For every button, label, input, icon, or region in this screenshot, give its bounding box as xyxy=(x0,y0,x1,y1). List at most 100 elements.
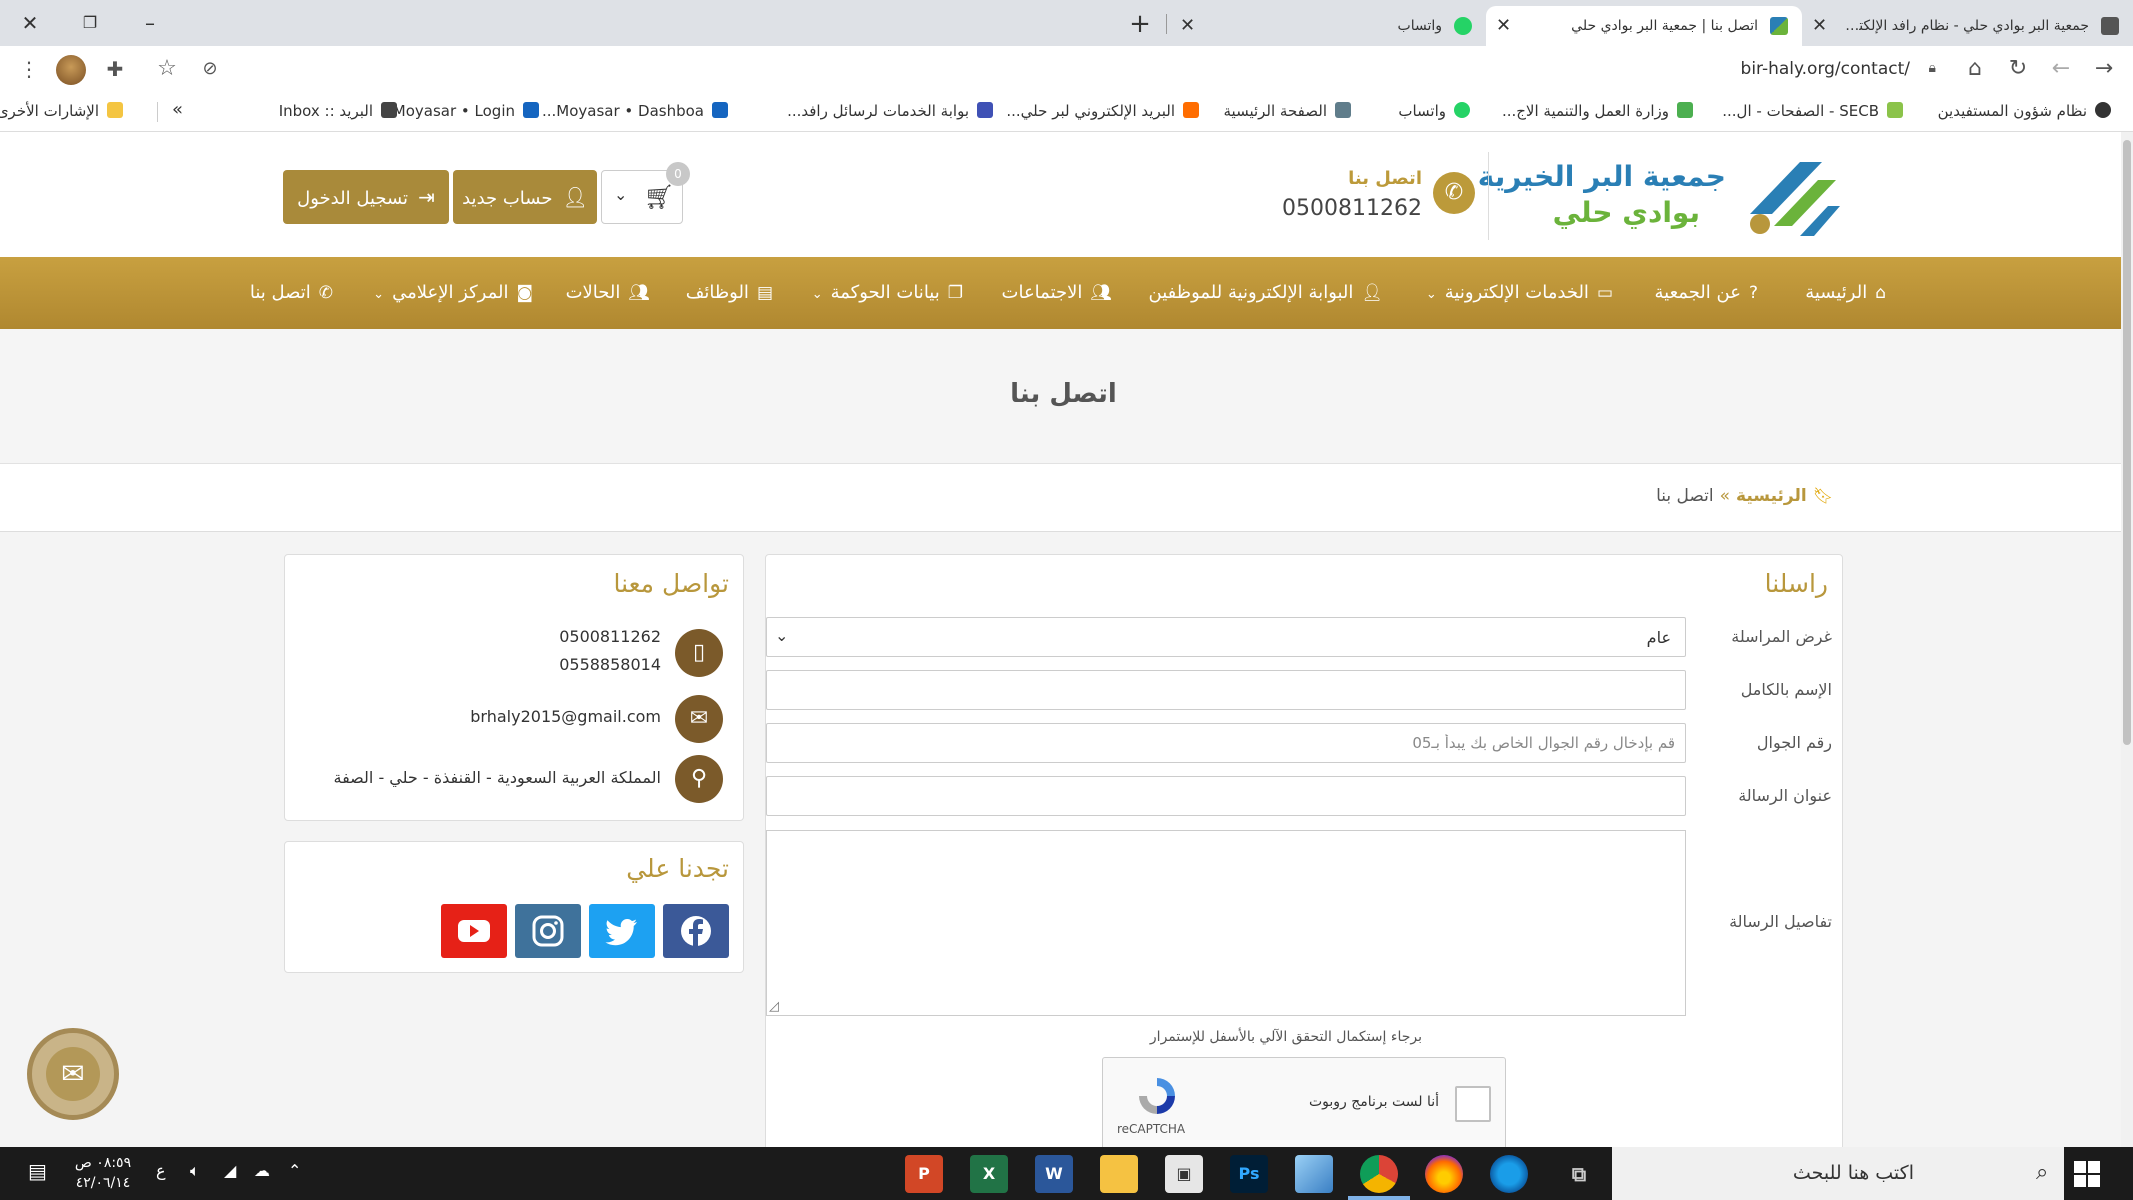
word-icon[interactable]: W xyxy=(1035,1155,1073,1193)
nav-item-contact[interactable]: ✆اتصل بنا xyxy=(250,257,333,329)
floating-mail-button[interactable]: ✉ xyxy=(27,1028,119,1120)
page-title-band: اتصل بنا xyxy=(0,329,2133,464)
mobile-input[interactable] xyxy=(767,724,1685,762)
home-icon[interactable]: ⌂ xyxy=(1958,52,1992,86)
restore-window-icon[interactable]: ❐ xyxy=(70,6,110,40)
moyasar-icon xyxy=(712,102,728,118)
back-icon[interactable]: → xyxy=(2087,52,2121,86)
windows-start-icon[interactable] xyxy=(2072,1159,2102,1189)
bookmark-star-icon[interactable]: ☆ xyxy=(150,52,184,86)
login-button[interactable]: ⇥تسجيل الدخول xyxy=(283,170,449,224)
bookmark-item[interactable]: SECB - الصفحات - ال... xyxy=(1722,102,1903,120)
firefox-icon[interactable] xyxy=(1425,1155,1463,1193)
onedrive-icon[interactable]: ☁ xyxy=(254,1161,270,1180)
phone-icon: ✆ xyxy=(318,283,333,303)
bookmark-item[interactable]: Moyasar • Login xyxy=(393,102,539,120)
instagram-button[interactable] xyxy=(515,904,581,958)
bookmark-item[interactable]: وزارة العمل والتنمية الاج... xyxy=(1502,102,1693,120)
breadcrumb-bar: 🔖︎ الرئيسية»اتصل بنا xyxy=(0,464,2133,532)
volume-icon[interactable]: 🔈︎ xyxy=(190,1161,200,1181)
close-window-icon[interactable]: ✕ xyxy=(10,6,50,40)
resize-grip-icon[interactable]: ◿ xyxy=(769,999,779,1014)
menu-dots-icon[interactable]: ⋮ xyxy=(12,52,46,86)
input-language[interactable]: ع xyxy=(156,1161,166,1180)
bookmark-item[interactable]: Moyasar • Dashboa... xyxy=(542,102,728,120)
edge-icon[interactable] xyxy=(1490,1155,1528,1193)
facebook-button[interactable] xyxy=(663,904,729,958)
extensions-icon[interactable]: ✚ xyxy=(98,52,132,86)
image-viewer-icon[interactable]: ▣ xyxy=(1165,1155,1203,1193)
name-input[interactable] xyxy=(767,671,1685,709)
bookmark-item[interactable]: البريد الإلكتروني لبر حلي... xyxy=(1006,102,1199,120)
nav-item-meetings[interactable]: 👥︎الاجتماعات xyxy=(1002,257,1112,329)
profile-avatar[interactable] xyxy=(56,55,86,85)
powerpoint-icon[interactable]: P xyxy=(905,1155,943,1193)
notifications-icon[interactable]: ▤ xyxy=(28,1159,47,1183)
bookmark-site-icon xyxy=(977,102,993,118)
site-logo[interactable]: جمعية البر الخيرية بوادي حلي xyxy=(1478,152,1840,242)
page-scrollbar[interactable] xyxy=(2121,132,2133,1147)
sign-in-icon: ⇥ xyxy=(418,185,435,209)
tab-close-icon[interactable]: ✕ xyxy=(1180,6,1195,46)
url-box[interactable]: bir-haly.org/contact/ 🔒︎ xyxy=(440,52,1940,86)
tab-contact-active[interactable]: ✕ اتصل بنا | جمعية البر بوادي حلي xyxy=(1486,6,1802,46)
nav-item-eservices[interactable]: ▭الخدمات الإلكترونية⌄ xyxy=(1426,257,1613,329)
eye-off-icon[interactable]: ⊘ xyxy=(193,52,227,86)
register-button[interactable]: 👤︎حساب جديد xyxy=(453,170,597,224)
bookmark-item[interactable]: الصفحة الرئيسية xyxy=(1224,102,1351,120)
wifi-icon[interactable]: ◢ xyxy=(224,1161,236,1180)
nav-item-about[interactable]: ?عن الجمعية xyxy=(1655,257,1758,329)
minimize-window-icon[interactable]: – xyxy=(130,6,170,40)
details-textarea[interactable]: ◿ xyxy=(766,830,1686,1016)
tab-close-icon[interactable]: ✕ xyxy=(1812,6,1827,46)
taskbar-search[interactable]: اكتب هنا للبحث ⌕ xyxy=(1612,1147,2064,1200)
nav-item-employee-portal[interactable]: 👤︎البوابة الإلكترونية للموظفين xyxy=(1149,257,1383,329)
page-title: اتصل بنا xyxy=(1010,379,1117,409)
nav-item-media-center[interactable]: ◙المركز الإعلامي⌄ xyxy=(373,257,533,329)
bookmark-item[interactable]: واتساب xyxy=(1398,102,1470,120)
subject-input[interactable] xyxy=(767,777,1685,815)
twitter-button[interactable] xyxy=(589,904,655,958)
breadcrumb-home[interactable]: الرئيسية xyxy=(1736,486,1807,506)
reload-icon[interactable]: ↻ xyxy=(2001,52,2035,86)
task-view-icon[interactable]: ⧉ xyxy=(1560,1155,1598,1193)
recaptcha-checkbox[interactable] xyxy=(1455,1086,1491,1122)
youtube-button[interactable] xyxy=(441,904,507,958)
whatsapp-icon xyxy=(1454,17,1472,35)
contact-email[interactable]: brhaly2015@gmail.com xyxy=(470,707,661,726)
browser-tab-bar: ✕ ❐ – + ✕ واتساب ✕ اتصل بنا | جمعية البر… xyxy=(0,0,2133,46)
cart-count-badge: 0 xyxy=(666,162,690,186)
nav-item-jobs[interactable]: ▤الوظائف xyxy=(686,257,773,329)
contact-address: المملكة العربية السعودية - القنفذة - حلي… xyxy=(333,768,661,787)
bookmark-icon: 🔖︎ xyxy=(1812,486,1833,505)
notepad-icon[interactable] xyxy=(1295,1155,1333,1193)
excel-icon[interactable]: X xyxy=(970,1155,1008,1193)
file-explorer-icon[interactable] xyxy=(1100,1155,1138,1193)
chevron-up-icon[interactable]: ⌃ xyxy=(288,1161,301,1180)
other-bookmarks[interactable]: الإشارات الأخرى xyxy=(0,102,123,120)
taskbar-clock[interactable]: ٠٨:٥٩ ص ٤٢/٠٦/١٤ xyxy=(68,1153,138,1193)
nav-item-home[interactable]: ⌂الرئيسية xyxy=(1805,257,1886,329)
tab-rafed[interactable]: ✕ جمعية البر بوادي حلي - نظام رافد الإلك… xyxy=(1802,6,2133,46)
nav-item-governance[interactable]: ❐بيانات الحوكمة⌄ xyxy=(812,257,963,329)
nav-item-cases[interactable]: 👥︎الحالات xyxy=(566,257,650,329)
photoshop-icon[interactable]: Ps xyxy=(1230,1155,1268,1193)
tab-whatsapp[interactable]: ✕ واتساب xyxy=(1170,6,1486,46)
bookmarks-more-icon[interactable]: » xyxy=(172,99,183,120)
call-number[interactable]: 0500811262 xyxy=(1280,196,1422,221)
chrome-icon[interactable] xyxy=(1360,1155,1398,1193)
forward-icon[interactable]: ← xyxy=(2044,52,2078,86)
youtube-icon xyxy=(458,920,490,942)
map-pin-icon: ⚲ xyxy=(675,755,723,803)
purpose-select[interactable]: عام ⌄ xyxy=(766,617,1686,657)
bookmark-item[interactable]: نظام شؤون المستفيدين xyxy=(1938,102,2111,120)
moyasar-icon xyxy=(523,102,539,118)
phone-1[interactable]: 0500811262 xyxy=(559,627,661,646)
bookmark-item[interactable]: البريد :: Inbox xyxy=(279,102,397,120)
phone-2[interactable]: 0558858014 xyxy=(559,655,661,674)
bookmark-item[interactable]: بوابة الخدمات لرسائل رافد... xyxy=(787,102,993,120)
lock-icon[interactable]: 🔒︎ xyxy=(1929,60,1936,76)
new-tab-icon[interactable]: + xyxy=(1122,6,1158,42)
scrollbar-thumb[interactable] xyxy=(2123,140,2131,745)
tab-close-icon[interactable]: ✕ xyxy=(1496,6,1511,46)
